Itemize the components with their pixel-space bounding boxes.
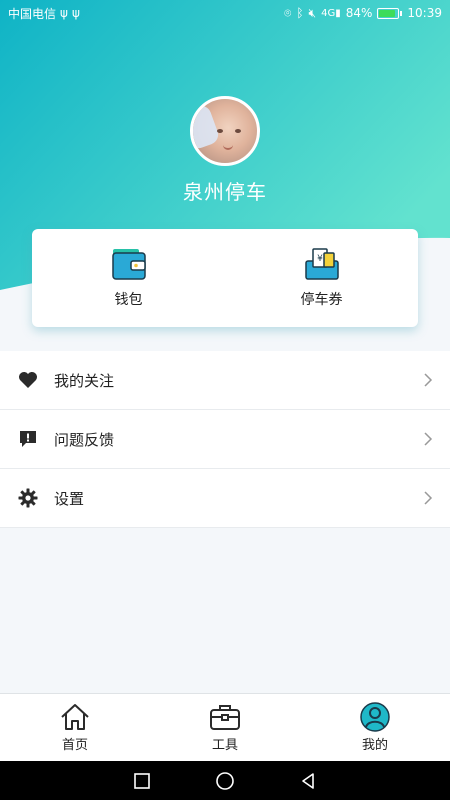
back-triangle-icon <box>302 772 315 789</box>
user-name: 泉州停车 <box>183 180 267 204</box>
battery-percent: 84% <box>345 6 373 20</box>
wallet-label: 钱包 <box>114 292 143 308</box>
home-button[interactable] <box>215 771 235 791</box>
toolbox-icon <box>210 705 240 730</box>
feedback-icon <box>18 429 38 449</box>
parking-coupon-button[interactable]: ¥ 停车券 <box>225 229 418 327</box>
menu-label-settings: 设置 <box>54 489 85 508</box>
clock: 10:39 <box>407 6 442 20</box>
menu-item-settings[interactable]: 设置 <box>0 469 450 528</box>
carrier-name: 中国电信 <box>8 6 57 21</box>
profile-icon <box>360 702 390 732</box>
svg-text:¥: ¥ <box>317 254 323 264</box>
back-button[interactable] <box>298 771 318 791</box>
menu-item-favorites[interactable]: 我的关注 <box>0 351 450 410</box>
menu-label-feedback: 问题反馈 <box>54 430 115 449</box>
settings-menu: 我的关注 问题反馈 设置 <box>0 351 450 528</box>
bluetooth-icon: ᛒ <box>296 6 304 20</box>
parking-coupon-label: 停车券 <box>300 292 343 308</box>
chevron-right-icon <box>424 373 433 387</box>
quick-actions-card: 钱包 ¥ 停车券 <box>32 229 418 327</box>
chevron-right-icon <box>424 491 433 505</box>
tab-tools-label: 工具 <box>211 738 238 753</box>
tab-tools[interactable]: 工具 <box>150 694 300 761</box>
home-icon <box>61 704 89 730</box>
gear-icon <box>18 488 38 508</box>
wallet-button[interactable]: 钱包 <box>32 229 225 327</box>
circle-icon <box>216 771 234 790</box>
heart-icon <box>18 370 38 390</box>
battery-icon <box>377 7 403 19</box>
status-bar: 中国电信 ψ ψ ⌾ ᛒ 🔇︎ 4G▮ 84% 10:39 <box>0 0 450 26</box>
usb-icon: ψ <box>60 6 68 20</box>
system-navigation-bar <box>0 761 450 800</box>
tab-mine[interactable]: 我的 <box>300 694 450 761</box>
wallet-icon <box>111 249 146 280</box>
square-icon <box>133 772 150 789</box>
tab-home[interactable]: 首页 <box>0 694 150 761</box>
recent-apps-button[interactable] <box>132 771 152 791</box>
signal-icon: 4G▮ <box>321 7 341 19</box>
mute-icon: 🔇︎ <box>308 5 317 20</box>
parking-coupon-icon: ¥ <box>304 248 339 280</box>
avatar[interactable] <box>190 96 260 166</box>
tab-mine-label: 我的 <box>361 738 388 753</box>
bottom-tab-bar: 首页 工具 我的 <box>0 693 450 761</box>
menu-item-feedback[interactable]: 问题反馈 <box>0 410 450 469</box>
usb-icon: ψ <box>71 6 80 20</box>
tab-home-label: 首页 <box>61 738 88 753</box>
menu-label-favorites: 我的关注 <box>54 371 115 390</box>
chevron-right-icon <box>424 432 433 446</box>
location-icon: ⌾ <box>284 5 292 20</box>
